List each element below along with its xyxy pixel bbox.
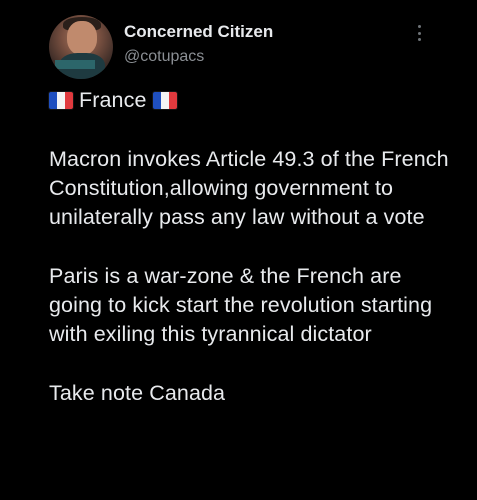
tweet-title: France — [79, 88, 147, 112]
tweet-paragraph: Take note Canada — [49, 380, 226, 405]
avatar-banner — [55, 60, 95, 69]
dot — [417, 38, 421, 41]
avatar-face — [67, 21, 97, 55]
france-flag-icon — [152, 92, 177, 110]
dot — [417, 25, 421, 28]
tweet-card: Concerned Citizen @cotupacs France Macro… — [0, 0, 477, 500]
france-flag-icon — [49, 92, 73, 110]
display-name[interactable]: Concerned Citizen — [124, 22, 273, 42]
user-handle[interactable]: @cotupacs — [124, 48, 204, 66]
tweet-title-line: France — [49, 86, 449, 115]
tweet-text: France Macron invokes Article 49.3 of th… — [49, 86, 449, 438]
tweet-paragraph: Macron invokes Article 49.3 of the Frenc… — [49, 146, 449, 230]
tweet-paragraph: Paris is a war-zone & the French are goi… — [49, 263, 433, 347]
avatar[interactable] — [49, 15, 113, 79]
dot — [417, 31, 421, 35]
more-vertical-icon[interactable] — [413, 25, 425, 41]
